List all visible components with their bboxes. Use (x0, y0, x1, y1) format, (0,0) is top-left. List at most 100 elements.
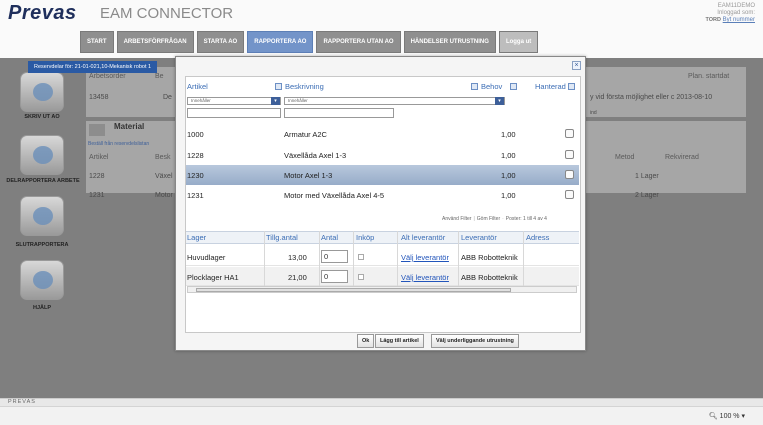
inkop-checkbox[interactable] (358, 254, 364, 260)
cell-beskrivning: Motor Axel 1-3 (284, 171, 333, 180)
bg-hdr-plan-startdat: Plan. startdat (688, 73, 730, 80)
hanterad-checkbox[interactable] (565, 170, 574, 179)
app-footer: PREVAS (0, 398, 763, 406)
ok-button[interactable]: Ok (357, 334, 375, 348)
hanterad-checkbox[interactable] (565, 150, 574, 159)
cell-artikel: 1228 (187, 151, 204, 160)
hide-filter-link[interactable]: Göm Filter (477, 216, 500, 222)
grid-paging: Använd Filter | Göm Filter · Poster: 1 till … (442, 216, 547, 222)
hanterad-checkbox[interactable] (565, 190, 574, 199)
bg-m-row-metod: 1 Lager (635, 173, 659, 180)
prevas-logo: Prevas (8, 2, 77, 24)
lager-grid-header (186, 231, 579, 244)
cell-behov: 1,00 (501, 151, 516, 160)
col-hdr-lager[interactable]: Lager (187, 233, 206, 242)
cell-beskrivning: Växellåda Axel 1-3 (284, 151, 347, 160)
use-filter-link[interactable]: Använd Filter (442, 216, 471, 222)
beskrivning-filter-input[interactable] (284, 108, 394, 118)
logout-button[interactable]: Logga ut (498, 31, 539, 53)
cell-lager: Huvudlager (187, 253, 226, 262)
bg-m-hdr-besk: Besk (155, 154, 171, 161)
cell-artikel: 1000 (187, 130, 204, 139)
sidebar-item-skriv-ut-ao[interactable]: SKRIV UT AO (2, 114, 82, 121)
cell-behov: 1,00 (501, 191, 516, 200)
sort-icon[interactable] (510, 82, 520, 91)
browser-status-bar: 🔍︎ 100 % ▾ (0, 406, 763, 425)
table-row: Huvudlager 13,00 0 Välj leverantör ABB R… (186, 247, 579, 266)
cell-tillg-antal: 13,00 (288, 253, 307, 262)
bg-order-desc: De (163, 94, 172, 101)
cell-leverantor: ABB Robotteknik (461, 253, 518, 262)
col-hdr-behov-label: Behov (481, 82, 503, 91)
zoom-icon: 🔍︎ (708, 413, 718, 420)
add-article-button[interactable]: Lägg till artikel (375, 334, 424, 348)
chevron-down-icon: ▾ (495, 97, 504, 105)
nav-starta-ao[interactable]: STARTA AO (196, 31, 245, 53)
bg-m-row-metod: 2 Lager (635, 192, 659, 199)
help-icon[interactable] (20, 260, 64, 300)
scrollbar-thumb[interactable] (196, 288, 511, 292)
horizontal-scrollbar[interactable] (187, 286, 577, 293)
sort-icon (471, 83, 478, 90)
col-hdr-hanterad-label: Hanterad (535, 82, 566, 91)
bg-plan-text: y vid första möjlighet eller c 2013-08-1… (590, 94, 713, 101)
table-row[interactable]: 1231 Motor med Växellåda Axel 4-5 1,00 (186, 185, 579, 205)
column-divider (397, 231, 398, 286)
column-divider (264, 231, 265, 286)
nav-handelser-utrustning[interactable]: HÄNDELSER UTRUSTNING (403, 31, 496, 53)
bg-m-hdr-artikel: Artikel (89, 154, 109, 161)
table-row: Plocklager HA1 21,00 0 Välj leverantör A… (186, 267, 579, 286)
sidebar-item-slutrapportera[interactable]: SLUTRAPPORTERA (2, 242, 82, 249)
col-hdr-tillg-antal[interactable]: Tillg.antal (266, 233, 298, 242)
col-hdr-hanterad[interactable]: Hanterad (535, 82, 575, 91)
cell-tillg-antal: 21,00 (288, 273, 307, 282)
user-info: EAM11DEMO Inloggad som: TORD Byt nummer (706, 3, 756, 24)
change-number-link[interactable]: Byt nummer (723, 17, 755, 23)
nav-arbetsforfragan[interactable]: ARBETSFÖRFRÅGAN (116, 31, 194, 53)
col-hdr-artikel[interactable]: Artikel (187, 82, 208, 91)
order-from-spare-list-link[interactable]: Beställ från reservdelslistan (88, 141, 149, 147)
nav-start[interactable]: START (80, 31, 114, 53)
table-row-selected[interactable]: 1230 Motor Axel 1-3 1,00 (186, 165, 579, 185)
paging-info: Poster: 1 till 4 av 4 (505, 216, 547, 222)
column-divider (353, 231, 354, 286)
nav-rapportera-ao[interactable]: RAPPORTERA AO (247, 31, 314, 53)
sidebar-item-hjalp[interactable]: HJÄLP (2, 305, 82, 312)
col-hdr-beskrivning[interactable]: Beskrivning (275, 82, 324, 91)
col-hdr-antal[interactable]: Antal (321, 233, 338, 242)
bg-order-number: 13458 (89, 94, 109, 101)
print-ao-icon[interactable] (20, 72, 64, 112)
artikel-filter-input[interactable] (187, 108, 281, 118)
col-hdr-leverantor[interactable]: Leverantör (461, 233, 497, 242)
choose-equipment-button[interactable]: Välj underliggande utrustning (431, 334, 519, 348)
antal-input[interactable]: 0 (321, 250, 348, 263)
nav-rapportera-utan-ao[interactable]: RAPPORTERA UTAN AO (316, 31, 401, 53)
cell-beskrivning: Motor med Växellåda Axel 4-5 (284, 191, 385, 200)
col-hdr-behov[interactable]: Behov (471, 82, 502, 91)
table-row[interactable]: 1000 Armatur A2C 1,00 (186, 124, 579, 144)
material-toggle[interactable] (89, 124, 105, 136)
cell-behov: 1,00 (501, 130, 516, 139)
inkop-checkbox[interactable] (358, 274, 364, 280)
antal-input[interactable]: 0 (321, 270, 348, 283)
bg-small-hint: ind (590, 110, 597, 116)
col-hdr-adress[interactable]: Adress (526, 233, 549, 242)
partial-report-icon[interactable] (20, 135, 64, 175)
close-icon[interactable]: × (572, 61, 581, 70)
final-report-icon[interactable] (20, 196, 64, 236)
sidebar-item-delrapportera[interactable]: DELRAPPORTERA ARBETE (2, 178, 84, 185)
bg-hdr-be: Be (155, 73, 164, 80)
zoom-control[interactable]: 🔍︎ 100 % ▾ (709, 412, 745, 420)
col-hdr-inkop[interactable]: Inköp (356, 233, 374, 242)
main-nav: START ARBETSFÖRFRÅGAN STARTA AO RAPPORTE… (80, 31, 539, 53)
cell-artikel: 1230 (187, 171, 204, 180)
choose-supplier-link[interactable]: Välj leverantör (401, 253, 449, 262)
logged-in-label: Inloggad som: (717, 10, 755, 16)
table-row[interactable]: 1228 Växellåda Axel 1-3 1,00 (186, 145, 579, 165)
artikel-filter-select[interactable]: Innehåller ▾ (187, 97, 281, 105)
beskrivning-filter-select[interactable]: Innehåller ▾ (284, 97, 505, 105)
col-hdr-alt-leverantor[interactable]: Alt leverantör (401, 233, 445, 242)
choose-supplier-link[interactable]: Välj leverantör (401, 273, 449, 282)
col-hdr-beskrivning-label: Beskrivning (285, 82, 324, 91)
hanterad-checkbox[interactable] (565, 129, 574, 138)
